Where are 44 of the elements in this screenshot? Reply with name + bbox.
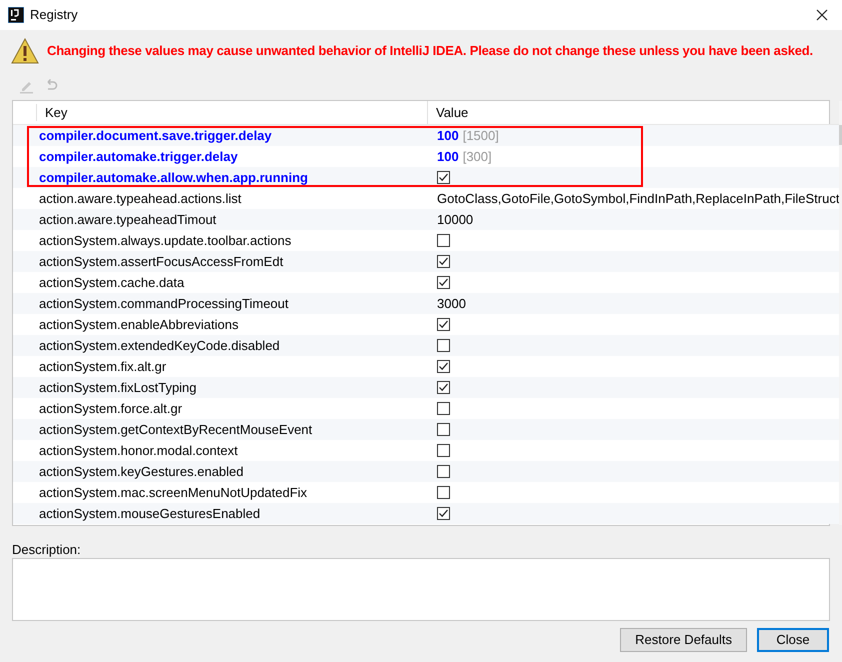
checkbox[interactable] bbox=[437, 234, 450, 247]
registry-key[interactable]: compiler.automake.trigger.delay bbox=[13, 146, 428, 166]
dialog-button[interactable]: Close bbox=[757, 628, 829, 652]
checkbox[interactable] bbox=[437, 276, 450, 289]
app-logo-icon bbox=[8, 7, 24, 23]
checkbox[interactable] bbox=[437, 444, 450, 457]
description-field[interactable] bbox=[12, 558, 830, 621]
column-header[interactable]: Key bbox=[45, 102, 68, 122]
registry-value[interactable]: 100 bbox=[437, 146, 459, 166]
registry-key[interactable]: action.aware.typeahead.actions.list bbox=[13, 188, 428, 208]
default-value: [1500] bbox=[462, 126, 499, 145]
dialog-button[interactable]: Restore Defaults bbox=[620, 628, 747, 652]
checkbox[interactable] bbox=[437, 255, 450, 268]
registry-key[interactable]: actionSystem.mac.screenMenuNotUpdatedFix bbox=[13, 482, 428, 502]
registry-key[interactable]: actionSystem.commandProcessingTimeout bbox=[13, 294, 428, 314]
registry-value[interactable]: 3000 bbox=[437, 294, 466, 314]
close-icon[interactable] bbox=[816, 9, 828, 21]
registry-key[interactable]: actionSystem.cache.data bbox=[13, 272, 428, 292]
registry-key[interactable]: compiler.document.save.trigger.delay bbox=[13, 126, 428, 146]
registry-key[interactable]: actionSystem.always.update.toolbar.actions bbox=[13, 230, 428, 250]
checkbox[interactable] bbox=[437, 318, 450, 331]
checkbox[interactable] bbox=[437, 381, 450, 394]
registry-key[interactable]: actionSystem.fix.alt.gr bbox=[13, 356, 428, 376]
checkbox[interactable] bbox=[437, 486, 450, 499]
window-title: Registry bbox=[30, 6, 78, 24]
checkbox[interactable] bbox=[437, 402, 450, 415]
checkbox[interactable] bbox=[437, 339, 450, 352]
checkbox[interactable] bbox=[437, 507, 450, 520]
registry-value[interactable]: 100 bbox=[437, 126, 459, 146]
registry-key[interactable]: actionSystem.honor.modal.context bbox=[13, 440, 428, 460]
checkbox[interactable] bbox=[437, 360, 450, 373]
registry-key[interactable]: action.aware.typeaheadTimout bbox=[13, 210, 428, 230]
warning-icon bbox=[11, 38, 39, 64]
default-value: [300] bbox=[462, 148, 492, 166]
column-header[interactable]: Value bbox=[436, 102, 468, 122]
checkbox[interactable] bbox=[437, 423, 450, 436]
description-label: Description: bbox=[12, 541, 82, 558]
registry-value[interactable]: GotoClass,GotoFile,GotoSymbol,FindInPath,ReplaceInPath,FileStruct bbox=[437, 188, 840, 208]
checkbox[interactable] bbox=[437, 465, 450, 478]
registry-value[interactable]: 10000 bbox=[437, 210, 474, 230]
warning-message: Changing these values may cause unwanted behavior of IntelliJ IDEA. Please do not change these unless you have been asked. bbox=[47, 42, 813, 60]
registry-key[interactable]: actionSystem.force.alt.gr bbox=[13, 398, 428, 418]
registry-key[interactable]: actionSystem.enableAbbreviations bbox=[13, 314, 428, 334]
checkbox[interactable] bbox=[437, 171, 450, 184]
